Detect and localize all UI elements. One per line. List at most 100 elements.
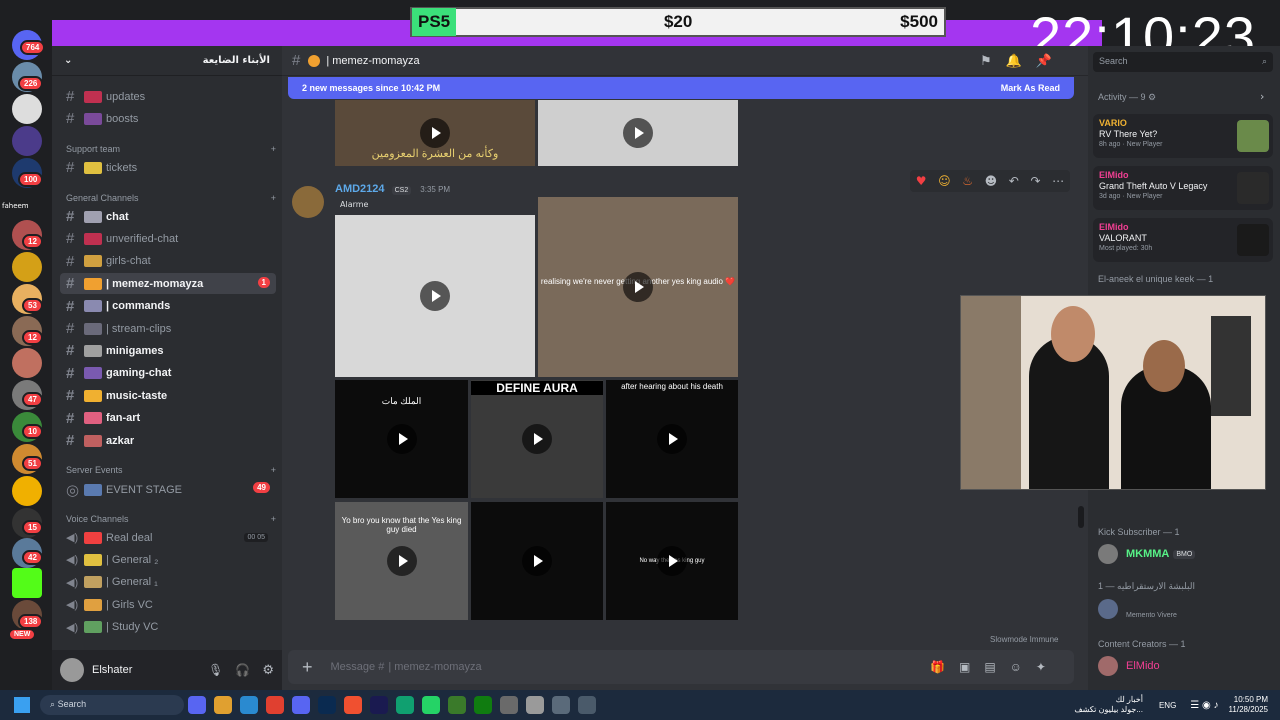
more-icon[interactable]: ⋯ — [1052, 174, 1064, 188]
add-reaction-icon[interactable]: ☻ — [985, 174, 998, 188]
news-widget[interactable]: أخبار لك جولد بيليون تكشف... — [1074, 695, 1143, 715]
avatar[interactable] — [60, 658, 84, 682]
gear-icon[interactable]: ⚙ — [262, 663, 274, 678]
voice-channel-item[interactable]: ◀) | Study VC — [60, 617, 276, 638]
forward-icon[interactable]: ↷ — [1030, 174, 1040, 188]
voice-channel-item[interactable]: ◀) | Girls VC — [60, 594, 276, 615]
channel-item[interactable]: # chat — [60, 206, 276, 227]
add-channel-icon[interactable]: + — [271, 144, 276, 154]
video-attachment[interactable]: الملك مات — [335, 380, 468, 498]
video-attachment[interactable] — [471, 502, 603, 620]
channel-tickets[interactable]: # tickets — [60, 157, 276, 178]
edge-icon[interactable] — [240, 696, 258, 714]
server-icon[interactable] — [12, 126, 42, 156]
member-item[interactable]: ElMido — [1098, 656, 1160, 676]
video-attachment[interactable]: DEFINE AURA — [471, 380, 603, 498]
chrome-icon[interactable] — [266, 696, 284, 714]
activity-card[interactable]: ElMido Grand Theft Auto V Legacy 3d ago · … — [1093, 166, 1273, 210]
play-icon[interactable] — [623, 118, 653, 148]
minecraft-icon[interactable] — [448, 696, 466, 714]
mic-icon[interactable]: 🎙 — [208, 663, 223, 677]
message-composer[interactable]: + Message # | memez-momayza 🎁▣▤☺✦ — [288, 650, 1074, 684]
channel-item[interactable]: # azkar — [60, 430, 276, 451]
channel-item[interactable]: # girls-chat — [60, 251, 276, 272]
obs-icon[interactable] — [500, 696, 518, 714]
app-icon[interactable] — [552, 696, 570, 714]
video-attachment[interactable]: No way the yes king guy — [606, 502, 738, 620]
category-support[interactable]: Support team + — [66, 144, 276, 154]
channel-item[interactable]: # | stream-clips — [60, 318, 276, 339]
category-voice[interactable]: Voice Channels + — [66, 514, 276, 524]
member-item[interactable]: MKMMA BMO — [1098, 544, 1196, 564]
taskbar-search[interactable]: ⌕ Search — [40, 695, 184, 715]
activity-card[interactable]: VARIO RV There Yet? 8h ago · New Player — [1093, 114, 1273, 158]
video-attachment[interactable]: after hearing about his death — [606, 380, 738, 498]
add-channel-icon[interactable]: + — [271, 514, 276, 524]
voice-channel-item[interactable]: ◀) | General ₁ — [60, 572, 276, 593]
channel-item[interactable]: # gaming-chat — [60, 363, 276, 384]
reply-icon[interactable]: ↶ — [1009, 174, 1019, 188]
premiere-icon[interactable] — [370, 696, 388, 714]
video-attachment[interactable]: وكأنه من العشرة المعزومين — [335, 100, 535, 166]
brave-icon[interactable] — [344, 696, 362, 714]
channel-item[interactable]: # | commands — [60, 296, 276, 317]
add-channel-icon[interactable]: + — [271, 193, 276, 203]
smile-reaction-icon[interactable]: ☺ — [938, 174, 951, 188]
guild-header[interactable]: ⌄ الأبناء الضايعة — [52, 46, 282, 76]
play-icon[interactable] — [522, 546, 552, 576]
scrollbar[interactable] — [1078, 506, 1084, 528]
add-attachment-icon[interactable]: + — [302, 657, 313, 678]
play-icon[interactable] — [386, 424, 417, 454]
whatsapp-icon[interactable] — [422, 696, 440, 714]
system-tray-icons[interactable]: ☰ ◉ ♪ — [1190, 700, 1218, 711]
calculator-icon[interactable] — [578, 696, 596, 714]
taskbar-clock[interactable]: 10:50 PM 11/28/2025 — [1229, 695, 1268, 715]
channel-boosts[interactable]: # boosts — [60, 108, 276, 129]
server-icon[interactable] — [12, 94, 42, 124]
folder-icon[interactable] — [214, 696, 232, 714]
photoshop-icon[interactable] — [318, 696, 336, 714]
category-events[interactable]: Server Events + — [66, 465, 276, 475]
server-icon[interactable] — [12, 348, 42, 378]
steam-icon[interactable] — [12, 476, 42, 506]
play-icon[interactable] — [657, 546, 687, 576]
search-input[interactable]: Search ⌕ — [1093, 52, 1273, 72]
activity-card[interactable]: ElMido VALORANT Most played: 30h — [1093, 218, 1273, 262]
voice-channel-item[interactable]: ◀) | General ₂ — [60, 549, 276, 570]
channel-item[interactable]: # minigames — [60, 340, 276, 361]
author-name[interactable]: AMD2124 — [335, 183, 385, 195]
voice-channel-item[interactable]: ◀) Real deal 00 05 — [60, 527, 276, 548]
header-toolbar-icons[interactable]: ⚑🔔📌 — [980, 53, 1066, 69]
kick-icon[interactable] — [12, 568, 42, 598]
video-attachment[interactable] — [335, 215, 535, 377]
mark-as-read-button[interactable]: Mark As Read — [1001, 83, 1060, 93]
heart-reaction-icon[interactable]: ♥ — [916, 174, 927, 188]
video-attachment[interactable] — [538, 100, 738, 166]
new-messages-banner[interactable]: 2 new messages since 10:42 PM Mark As Re… — [288, 77, 1074, 99]
settings-icon[interactable] — [526, 696, 544, 714]
windows-start-icon[interactable] — [14, 697, 30, 713]
channel-updates[interactable]: # updates — [60, 86, 276, 107]
app-icon[interactable] — [396, 696, 414, 714]
play-icon[interactable] — [420, 281, 450, 311]
video-attachment[interactable]: Yo bro you know that the Yes king guy di… — [335, 502, 468, 620]
chevron-right-icon[interactable]: › — [1260, 90, 1264, 103]
channel-item[interactable]: # unverified-chat — [60, 228, 276, 249]
channel-event-stage[interactable]: ◎ EVENT STAGE 49 — [60, 479, 276, 500]
avatar[interactable] — [292, 186, 324, 218]
discord-icon[interactable] — [188, 696, 206, 714]
video-attachment[interactable]: realising we're never getting another ye… — [538, 197, 738, 377]
channel-item[interactable]: # music-taste — [60, 385, 276, 406]
play-icon[interactable] — [386, 546, 417, 576]
channel-item[interactable]: # fan-art — [60, 408, 276, 429]
member-item[interactable]: Memento Vivere — [1098, 598, 1177, 619]
language-indicator[interactable]: ENG — [1159, 701, 1176, 710]
channel-item[interactable]: # | memez-momayza 1 — [60, 273, 276, 295]
category-general[interactable]: General Channels + — [66, 193, 276, 203]
play-icon[interactable] — [657, 424, 687, 454]
play-icon[interactable] — [522, 424, 552, 454]
add-channel-icon[interactable]: + — [271, 465, 276, 475]
headphones-icon[interactable]: 🎧 — [235, 663, 250, 677]
play-icon[interactable] — [623, 272, 653, 302]
fire-reaction-icon[interactable]: ♨ — [962, 174, 973, 188]
